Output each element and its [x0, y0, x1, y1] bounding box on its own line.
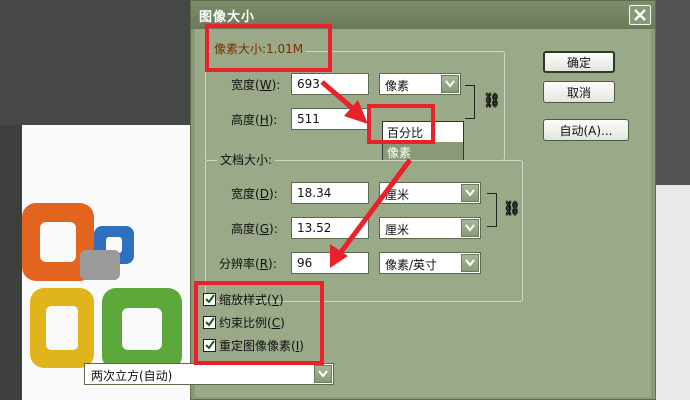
doc-link-bracket [487, 193, 497, 227]
close-button[interactable] [629, 5, 651, 25]
pixel-unit-select[interactable]: 像素 [379, 73, 461, 95]
annotation-box-pixel-size [205, 24, 332, 72]
dropdown-option-pixels[interactable]: 像素 [383, 142, 463, 160]
doc-height-input[interactable]: 13.52 [291, 217, 369, 239]
dialog-title: 图像大小 [199, 10, 256, 25]
doc-width-unit-select[interactable]: 厘米 [379, 182, 481, 204]
doc-width-label: 宽度(D): [231, 187, 278, 201]
chain-link-icon: ⛓ [503, 201, 521, 217]
chevron-down-icon[interactable] [314, 365, 332, 383]
document-size-title: 文档大小: [217, 151, 276, 168]
chevron-down-icon[interactable] [461, 219, 479, 237]
auto-button[interactable]: 自动(A)... [543, 119, 629, 141]
close-icon [634, 9, 646, 21]
chevron-down-icon[interactable] [461, 254, 479, 272]
resolution-input[interactable]: 96 [291, 252, 369, 274]
workspace-right-canvas [655, 185, 690, 400]
resample-method-select[interactable]: 两次立方(自动) [84, 363, 334, 385]
office-logo-image [22, 203, 182, 370]
pixel-height-input[interactable]: 511 [291, 108, 369, 130]
pixel-width-label: 宽度(W): [231, 78, 281, 92]
cancel-button[interactable]: 取消 [543, 81, 615, 103]
pixel-unit-value: 像素 [385, 79, 410, 93]
ok-button[interactable]: 确定 [543, 51, 615, 73]
chevron-down-icon[interactable] [441, 75, 459, 93]
chain-link-icon: ⛓ [483, 93, 501, 109]
doc-height-label: 高度(G): [231, 222, 278, 236]
workspace-top-area [0, 0, 190, 125]
annotation-box-checkboxes [194, 281, 324, 365]
resolution-label: 分辨率(R): [219, 257, 277, 271]
chevron-down-icon[interactable] [461, 184, 479, 202]
doc-width-input[interactable]: 18.34 [291, 182, 369, 204]
doc-width-unit-value: 厘米 [385, 188, 410, 202]
resolution-unit-select[interactable]: 像素/英寸 [379, 252, 481, 274]
pixel-link-bracket [465, 85, 475, 119]
doc-height-unit-value: 厘米 [385, 223, 410, 237]
pixel-width-input[interactable]: 693 [291, 73, 369, 95]
resolution-unit-value: 像素/英寸 [385, 258, 438, 272]
doc-height-unit-select[interactable]: 厘米 [379, 217, 481, 239]
resample-method-value: 两次立方(自动) [91, 369, 173, 383]
annotation-box-pixel-option [367, 104, 435, 144]
pixel-height-label: 高度(H): [231, 113, 278, 127]
